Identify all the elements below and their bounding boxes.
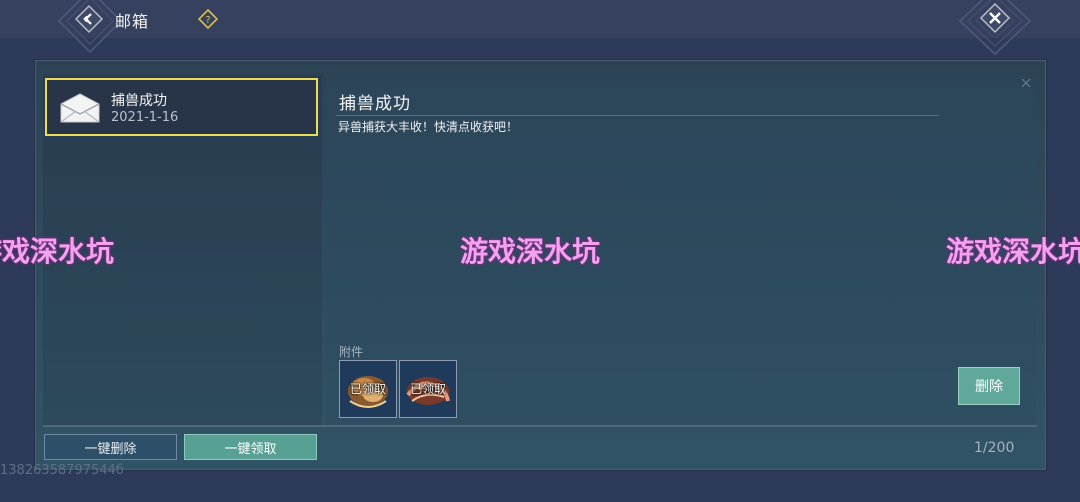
delete-all-button[interactable]: 一键删除 (44, 434, 177, 460)
attachment-slot[interactable]: 已领取 (339, 360, 397, 418)
mail-date: 2021-1-16 (111, 110, 179, 125)
question-icon: ? (197, 8, 219, 30)
claimed-label: 已领取 (349, 382, 386, 396)
page-title: 邮箱 (115, 12, 150, 31)
mail-body: 异兽捕获大丰收！快清点收获吧！ (338, 120, 519, 134)
attachment-slot[interactable]: 已领取 (399, 360, 457, 418)
corner-close-icon (1021, 78, 1031, 88)
mail-title: 捕兽成功 (339, 94, 411, 114)
watermark: 游戏深水坑 (0, 235, 115, 268)
mail-subject: 捕兽成功 (111, 93, 167, 109)
svg-text:?: ? (205, 15, 210, 26)
divider (336, 115, 939, 116)
claim-all-button[interactable]: 一键领取 (184, 434, 317, 460)
help-button[interactable]: ? (197, 8, 219, 30)
close-button[interactable] (979, 2, 1011, 34)
claimed-label: 已领取 (409, 382, 446, 396)
delete-button[interactable]: 删除 (958, 367, 1020, 405)
attachments-label: 附件 (339, 345, 364, 359)
mail-detail: 捕兽成功 异兽捕获大丰收！快清点收获吧！ 附件 已领取 已领取 删除 (326, 75, 1036, 427)
back-arrow-icon (74, 4, 104, 34)
divider (43, 425, 1037, 427)
back-button[interactable] (74, 4, 104, 34)
watermark: 游戏深水坑 (460, 235, 601, 268)
top-bar: 邮箱 ? (0, 0, 1080, 56)
mail-list-item[interactable]: 捕兽成功 2021-1-16 (45, 78, 318, 136)
envelope-icon (60, 93, 100, 123)
mail-counter: 1/200 (974, 440, 1015, 456)
close-icon (979, 2, 1011, 34)
user-id: 13826358797544б (0, 463, 124, 478)
watermark: 游戏深水坑 (946, 235, 1080, 268)
